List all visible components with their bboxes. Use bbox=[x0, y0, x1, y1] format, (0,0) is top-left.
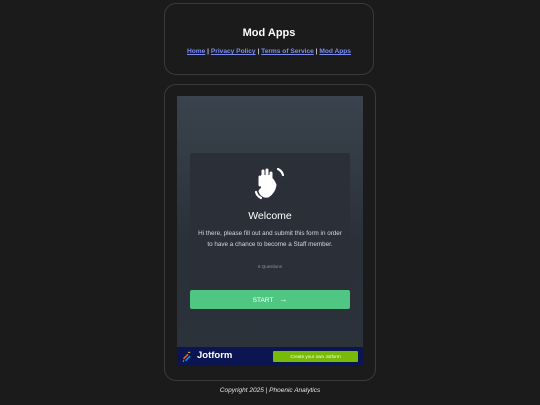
nav-link-home[interactable]: Home bbox=[187, 48, 205, 55]
nav-link-terms-of-service[interactable]: Terms of Service bbox=[261, 48, 314, 55]
nav-link-privacy-policy[interactable]: Privacy Policy bbox=[211, 48, 256, 55]
create-jotform-button[interactable]: Create your own Jotform bbox=[273, 351, 358, 362]
footer-copyright: Copyright 2025 | Phoenic Analytics bbox=[219, 387, 321, 394]
nav-separator: | bbox=[257, 48, 260, 55]
nav-separator: | bbox=[315, 48, 318, 55]
welcome-title: Welcome bbox=[248, 210, 292, 222]
welcome-panel: Welcome Hi there, please fill out and su… bbox=[190, 153, 350, 309]
nav-separator: | bbox=[207, 48, 210, 55]
start-button[interactable]: START → bbox=[190, 290, 350, 309]
start-button-label: START bbox=[252, 297, 274, 304]
header-card: Mod Apps Home | Privacy Policy | Terms o… bbox=[164, 3, 374, 75]
nav-links: Home | Privacy Policy | Terms of Service… bbox=[165, 48, 373, 55]
welcome-description: Hi there, please fill out and submit thi… bbox=[198, 230, 342, 248]
jotform-logo-icon[interactable] bbox=[182, 351, 193, 362]
waving-hand-icon bbox=[254, 167, 285, 200]
jotform-brand-name[interactable]: Jotform bbox=[197, 350, 232, 361]
jotform-embed: Welcome Hi there, please fill out and su… bbox=[177, 96, 363, 366]
jotform-branding-bar: Jotform Create your own Jotform bbox=[177, 347, 363, 366]
nav-link-mod-apps[interactable]: Mod Apps bbox=[319, 48, 351, 55]
site-title: Mod Apps bbox=[242, 27, 296, 39]
arrow-right-icon: → bbox=[279, 295, 288, 304]
question-count: 6 Questions bbox=[257, 264, 282, 269]
